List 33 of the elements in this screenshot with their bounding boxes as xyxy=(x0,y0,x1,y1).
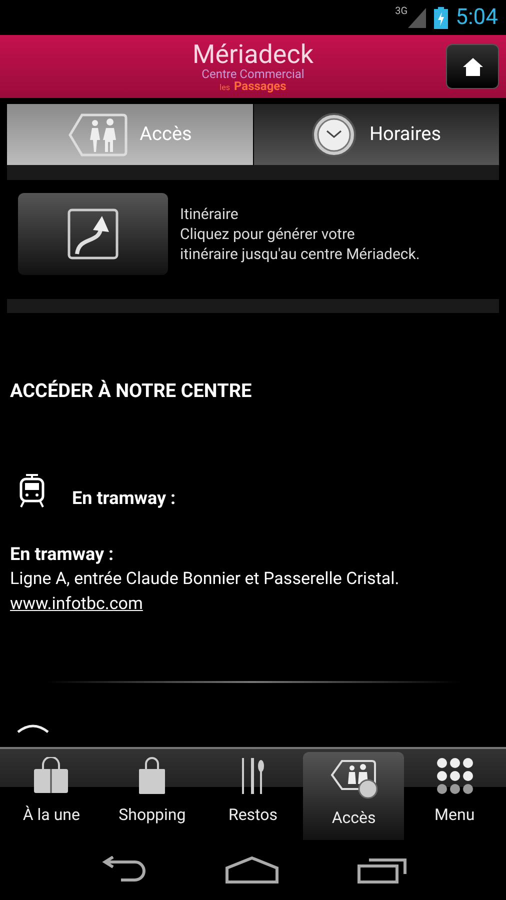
grid-menu-icon xyxy=(436,757,474,795)
bottom-tab[interactable]: Restos xyxy=(202,749,304,840)
bottom-tab[interactable]: À la une xyxy=(1,749,102,840)
segment-tab[interactable]: Horaires xyxy=(254,104,499,165)
clock-time: 5:04 xyxy=(456,4,498,32)
clock-icon xyxy=(311,112,358,158)
itinerary-description: Cliquez pour générer votre itinéraire jusqu'au centre Mériadeck. xyxy=(180,224,420,264)
signal-icon xyxy=(408,8,426,28)
walking-people-icon xyxy=(68,112,128,158)
website-link[interactable]: www.infotbc.com xyxy=(10,592,143,616)
transport-description: Ligne A, entrée Claude Bonnier et Passerelle Cristal. xyxy=(10,568,400,590)
logo-subtitle: Centre Commercial xyxy=(202,68,304,80)
section-heading: ACCÉDER À NOTRE CENTRE xyxy=(10,378,253,404)
bottom-tab[interactable]: Menu xyxy=(404,749,505,840)
home-button[interactable] xyxy=(446,44,499,89)
bottom-tab[interactable]: Accès xyxy=(303,752,404,840)
home-icon xyxy=(462,56,484,76)
transport-label: En tramway : xyxy=(72,486,176,510)
bottom-tab[interactable]: Shopping xyxy=(102,749,203,840)
recent-apps-icon[interactable] xyxy=(357,856,407,884)
tram-icon xyxy=(18,474,46,508)
transport-subheading: En tramway : xyxy=(10,542,115,566)
cutlery-icon xyxy=(240,756,266,796)
network-type: 3G xyxy=(395,5,408,19)
itinerary-button[interactable] xyxy=(18,193,168,275)
home-icon[interactable] xyxy=(225,856,279,884)
logo-name: Passages xyxy=(234,80,286,92)
logo-title: Mériadeck xyxy=(192,42,314,68)
logo-prefix: les xyxy=(220,84,230,92)
walking-people-clock-icon xyxy=(330,759,378,799)
battery-charging-icon xyxy=(434,6,448,28)
arc-icon xyxy=(16,722,50,732)
itinerary-title: Itinéraire xyxy=(180,204,240,224)
